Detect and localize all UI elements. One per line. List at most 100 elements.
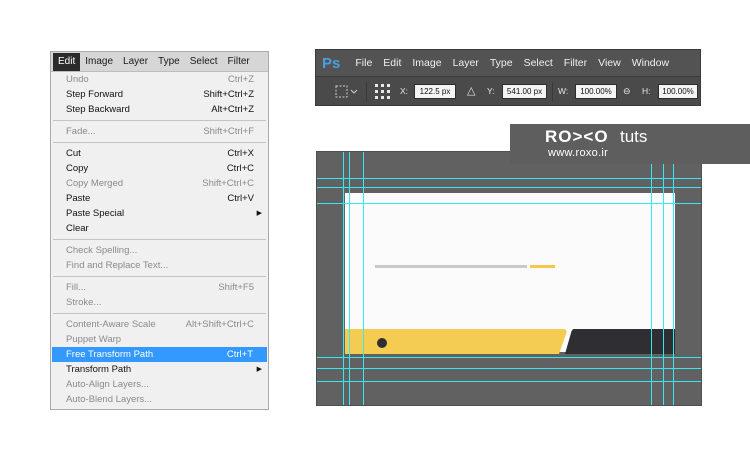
roxo-logo: RO><O <box>545 127 609 146</box>
menu-item-transform-path[interactable]: Transform Path ▶ <box>51 362 268 377</box>
photoshop-window: Ps File Edit Image Layer Type Select Fil… <box>315 49 701 106</box>
guide-horizontal <box>317 203 701 204</box>
menu-layer[interactable]: Layer <box>118 53 153 71</box>
ps-options-bar: X: 122.5 px △ Y: 541.00 px W: 100.00% ⊖ … <box>316 76 700 105</box>
height-field[interactable]: 100.00% <box>658 84 698 99</box>
ps-menu-edit[interactable]: Edit <box>380 57 409 69</box>
ps-menu-file[interactable]: File <box>352 57 380 69</box>
menu-item-check-spelling[interactable]: Check Spelling... <box>51 243 268 258</box>
menu-item-content-aware-scale[interactable]: Content-Aware Scale Alt+Shift+Ctrl+C <box>51 317 268 332</box>
menu-item-auto-align-layers[interactable]: Auto-Align Layers... <box>51 377 268 392</box>
menu-item-label: Step Backward <box>66 104 130 115</box>
menu-item-label: Fade... <box>66 126 96 137</box>
menu-item-fade[interactable]: Fade... Shift+Ctrl+F <box>51 124 268 139</box>
menu-separator <box>51 310 268 317</box>
menu-item-cut[interactable]: Cut Ctrl+X <box>51 146 268 161</box>
menu-item-step-forward[interactable]: Step Forward Shift+Ctrl+Z <box>51 87 268 102</box>
menu-item-auto-blend-layers[interactable]: Auto-Blend Layers... <box>51 392 268 407</box>
menu-item-fill[interactable]: Fill... Shift+F5 <box>51 280 268 295</box>
menu-item-label: Transform Path <box>66 364 132 375</box>
menu-item-free-transform-path[interactable]: Free Transform Path Ctrl+T <box>52 347 267 362</box>
menu-item-shortcut: Shift+F5 <box>218 282 254 293</box>
menu-item-label: Undo <box>66 74 89 85</box>
submenu-arrow-icon: ▶ <box>256 210 262 217</box>
edit-menu-panel: Edit Image Layer Type Select Filter Undo… <box>50 51 269 410</box>
guide-horizontal <box>317 357 701 358</box>
w-label: W: <box>558 86 569 96</box>
menu-item-shortcut: Ctrl+C <box>226 163 254 174</box>
menu-item-undo[interactable]: Undo Ctrl+Z <box>51 72 268 87</box>
progress-track <box>375 265 527 268</box>
menu-item-shortcut: Shift+Ctrl+F <box>203 126 254 137</box>
menu-item-step-backward[interactable]: Step Backward Alt+Ctrl+Z <box>51 102 268 117</box>
menu-item-shortcut: Ctrl+Z <box>227 74 254 85</box>
menu-edit[interactable]: Edit <box>53 52 81 71</box>
roxo-watermark: RO><O tuts www.roxo.ir <box>510 124 750 164</box>
menu-item-shortcut: Shift+Ctrl+Z <box>203 89 254 100</box>
ps-menubar: Ps File Edit Image Layer Type Select Fil… <box>316 50 700 76</box>
menu-item-label: Copy <box>66 163 89 174</box>
menu-select[interactable]: Select <box>185 53 223 71</box>
menu-item-shortcut: Shift+Ctrl+C <box>202 178 254 189</box>
ps-menu-image[interactable]: Image <box>409 57 449 69</box>
menu-item-label: Auto-Blend Layers... <box>66 394 153 405</box>
y-field[interactable]: 541.00 px <box>502 84 547 99</box>
menu-item-label: Stroke... <box>66 297 102 308</box>
dark-ribbon-shape <box>565 329 675 354</box>
ps-menu-select[interactable]: Select <box>521 57 561 69</box>
menu-item-paste[interactable]: Paste Ctrl+V <box>51 191 268 206</box>
ribbon-dot <box>377 338 387 348</box>
guide-horizontal <box>317 368 701 369</box>
reference-point-icon[interactable] <box>374 83 391 100</box>
menu-item-clear[interactable]: Clear <box>51 221 268 236</box>
ps-menu-window[interactable]: Window <box>629 57 677 69</box>
y-label: Y: <box>487 86 495 96</box>
guide-horizontal <box>317 178 701 179</box>
menu-item-copy-merged[interactable]: Copy Merged Shift+Ctrl+C <box>51 176 268 191</box>
menu-item-paste-special[interactable]: Paste Special ▶ <box>51 206 268 221</box>
menu-type[interactable]: Type <box>153 53 185 71</box>
menu-separator <box>51 117 268 124</box>
x-field[interactable]: 122.5 px <box>414 84 456 99</box>
menu-item-shortcut: Alt+Ctrl+Z <box>211 104 254 115</box>
menu-item-label: Paste Special <box>66 208 125 219</box>
ps-menu-layer[interactable]: Layer <box>450 57 487 69</box>
transform-tool-icon[interactable] <box>334 84 358 100</box>
menu-item-stroke[interactable]: Stroke... <box>51 295 268 310</box>
menu-item-label: Find and Replace Text... <box>66 260 169 271</box>
menu-item-copy[interactable]: Copy Ctrl+C <box>51 161 268 176</box>
ps-menu-view[interactable]: View <box>595 57 629 69</box>
menu-item-shortcut: Ctrl+X <box>227 148 254 159</box>
menu-separator <box>51 273 268 280</box>
options-divider <box>552 82 553 101</box>
menu-item-find-and-replace-text[interactable]: Find and Replace Text... <box>51 258 268 273</box>
link-icon[interactable]: ⊖ <box>623 77 631 106</box>
menu-item-label: Step Forward <box>66 89 124 100</box>
menu-item-label: Clear <box>66 223 89 234</box>
menu-filter[interactable]: Filter <box>223 53 255 71</box>
progress-accent <box>530 265 555 268</box>
menu-item-label: Paste <box>66 193 91 204</box>
menu-item-label: Content-Aware Scale <box>66 319 156 330</box>
guide-horizontal <box>317 187 701 188</box>
guide-horizontal <box>317 381 701 382</box>
menu-item-label: Fill... <box>66 282 87 293</box>
menu-item-label: Cut <box>66 148 81 159</box>
menu-item-label: Puppet Warp <box>66 334 122 345</box>
ps-menu-filter[interactable]: Filter <box>561 57 595 69</box>
h-label: H: <box>642 86 651 96</box>
width-field[interactable]: 100.00% <box>575 84 617 99</box>
tuts-label: tuts <box>620 127 648 146</box>
submenu-arrow-icon: ▶ <box>256 366 262 373</box>
menu-item-label: Copy Merged <box>66 178 124 189</box>
menu-image[interactable]: Image <box>80 53 118 71</box>
photoshop-logo: Ps <box>322 54 341 72</box>
menu-item-puppet-warp[interactable]: Puppet Warp <box>51 332 268 347</box>
canvas-preview[interactable] <box>316 151 702 406</box>
app-menubar: Edit Image Layer Type Select Filter <box>51 52 268 72</box>
menu-item-label: Check Spelling... <box>66 245 138 256</box>
relative-position-icon[interactable]: △ <box>467 77 475 106</box>
x-label: X: <box>400 86 409 96</box>
options-divider <box>366 82 367 101</box>
ps-menu-type[interactable]: Type <box>487 57 521 69</box>
